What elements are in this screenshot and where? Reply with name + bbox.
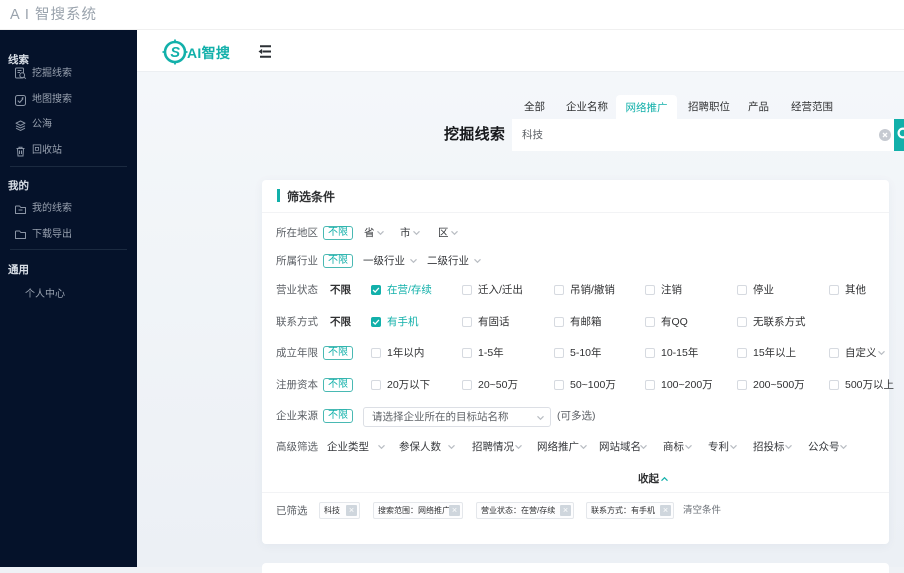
svg-text:S: S: [170, 45, 180, 61]
